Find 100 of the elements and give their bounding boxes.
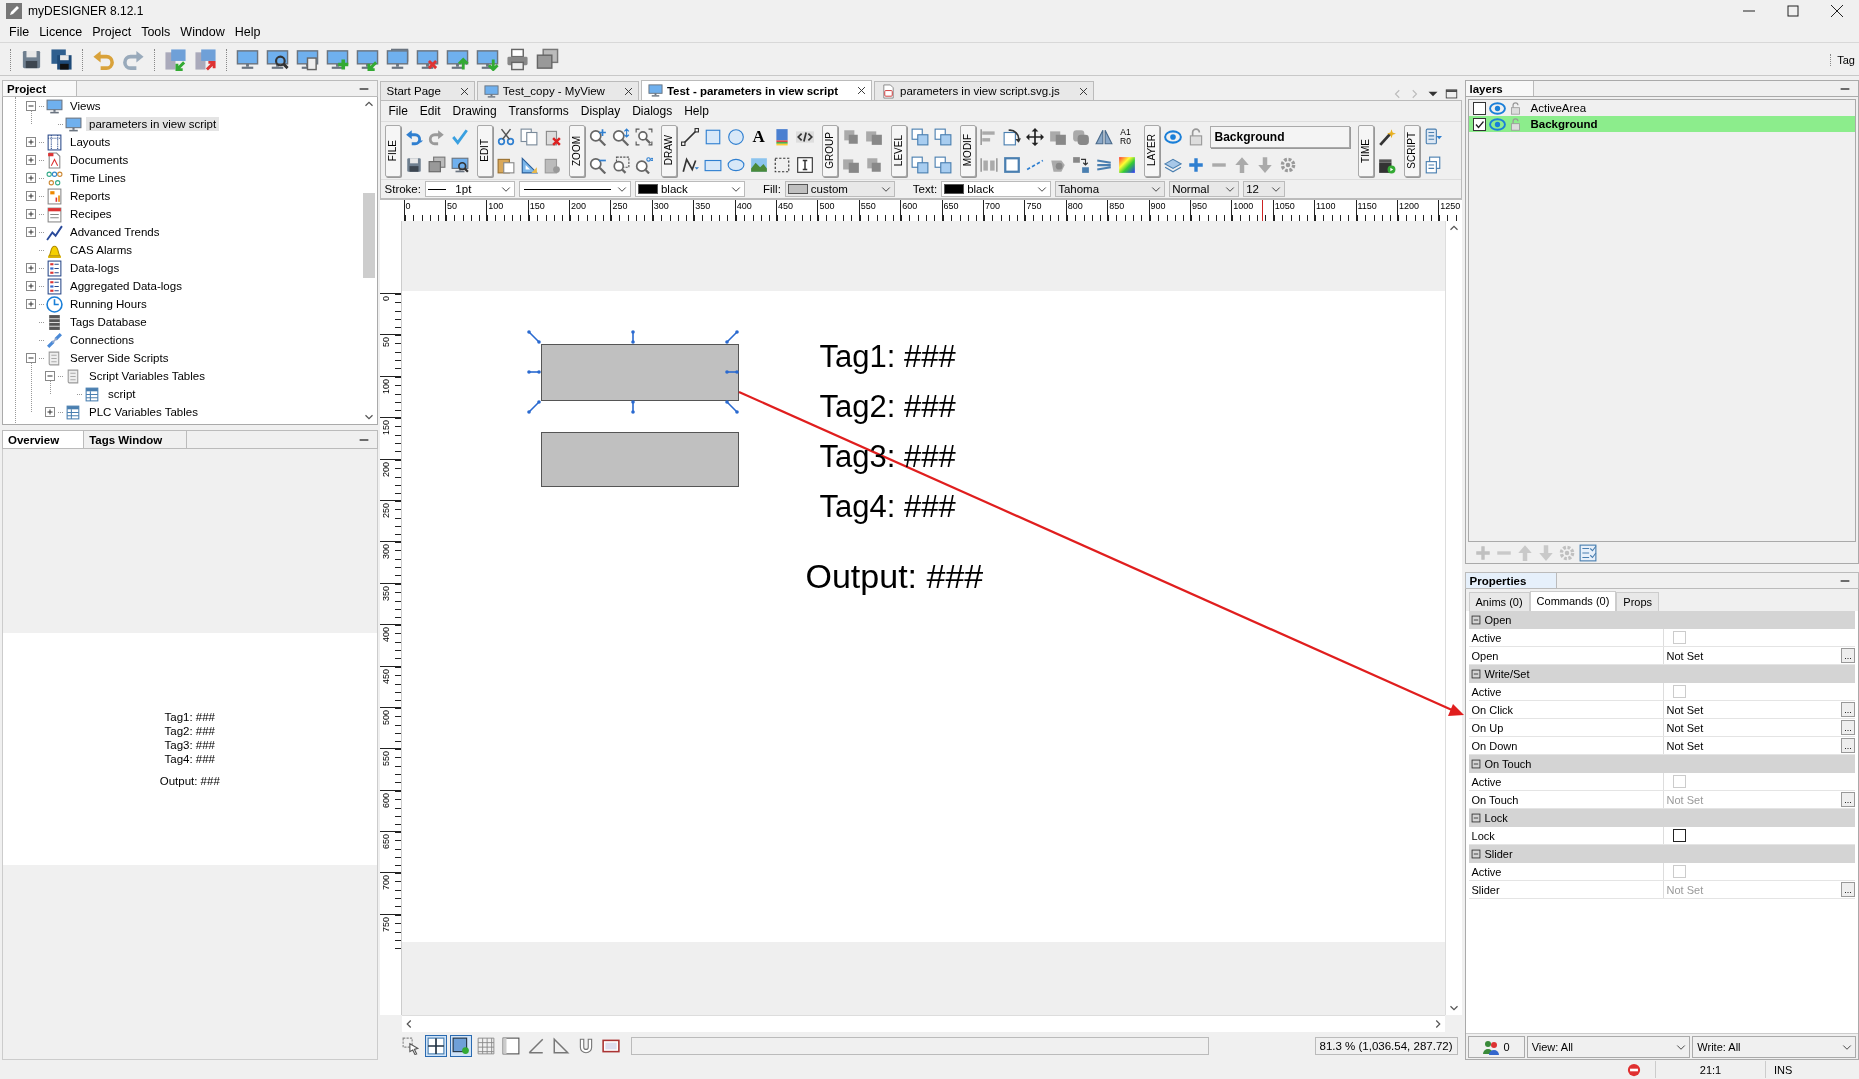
browse-button[interactable]: ... [1841,648,1855,663]
scrollbar-thumb[interactable] [363,193,375,278]
browse-button[interactable]: ... [1841,720,1855,735]
property-tab[interactable]: Props [1616,592,1660,611]
snap-grid-icon[interactable] [426,1037,445,1055]
menu-item[interactable]: Help [229,25,266,39]
undo-icon[interactable] [404,127,423,146]
text-box-icon[interactable] [795,155,814,174]
close-icon[interactable] [458,85,470,97]
menu-item[interactable]: Drawing [446,104,503,118]
zoom-height-icon[interactable] [611,127,630,146]
dropdown[interactable]: black [941,181,1052,197]
preview-page[interactable]: Tag1: ### Tag2: ### Tag3: ### Tag4: ### Output: ### [3,633,377,865]
check-icon[interactable] [450,127,469,146]
plus-icon[interactable] [1186,155,1205,174]
dropdown[interactable]: black [634,181,745,197]
collapse-icon[interactable] [1468,667,1483,681]
canvas-text[interactable]: Tag4: ### [819,491,956,522]
document-tab[interactable]: Start Page [379,81,475,100]
toolbar-group-tab[interactable]: EDIT [476,124,493,177]
eye-icon[interactable] [1163,127,1182,146]
menu-item[interactable]: Display [574,104,627,118]
collapse-icon[interactable] [23,98,39,114]
property-tab[interactable]: Commands (0) [1529,591,1617,611]
toolbar-group-tab[interactable]: DRAW [660,124,677,177]
magic-wand-icon[interactable] [1377,127,1396,146]
layer-name[interactable]: Background [1530,118,1598,130]
tree-item[interactable]: Views [67,99,104,113]
monitor-magnifier-icon[interactable] [450,155,469,174]
menu-item[interactable]: Transforms [502,104,575,118]
canvas-text[interactable]: Tag1: ### [819,341,956,372]
rotate-icon[interactable] [1002,127,1021,146]
expand-icon[interactable] [23,224,39,240]
undo-icon[interactable] [92,48,115,71]
menu-item[interactable]: Edit [413,104,447,118]
monitor-cross-icon[interactable] [416,48,439,71]
eye-icon[interactable] [1488,99,1506,117]
expand-icon[interactable] [23,188,39,204]
close-icon[interactable] [1829,3,1845,19]
rectangle-shape[interactable] [540,344,739,401]
text-tool[interactable]: A [749,126,768,147]
monitor-icon[interactable] [236,48,259,71]
dropdown[interactable]: 12 [1243,181,1286,197]
gradient-icon[interactable] [1117,155,1136,174]
tree-item[interactable]: PLC Variables Tables [86,405,201,419]
canvas-text[interactable]: Output: ### [805,559,984,593]
tree-item[interactable]: Running Hours [67,297,150,311]
image-icon[interactable] [749,155,768,174]
tree-item[interactable]: Data-logs [67,261,123,275]
document-tab[interactable]: Test - parameters in view script [640,80,872,100]
property-value[interactable]: Not Set [1666,703,1841,716]
overlapping-squares-icon[interactable] [910,127,929,146]
toolbar-label[interactable]: Tag [1830,53,1859,66]
move-icon[interactable] [1025,127,1044,146]
tree-item[interactable]: Server Side Scripts [67,351,172,365]
menu-item[interactable]: Licence [34,25,88,39]
monitor-up-icon[interactable] [446,48,469,71]
eye-icon[interactable] [1488,115,1506,133]
zoom-fit-icon[interactable] [634,127,653,146]
polyline-icon[interactable] [680,155,699,174]
toolbar-group-tab[interactable]: LAYER [1143,124,1160,177]
windows-icon[interactable] [427,155,446,174]
monitor-down-icon[interactable] [476,48,499,71]
toolbar-group-tab[interactable]: TIME [1357,124,1374,177]
tree-item[interactable]: Time Lines [67,171,129,185]
overlapping-squares-icon[interactable] [910,155,929,174]
property-value[interactable]: Not Set [1666,649,1841,662]
dashed-square-icon[interactable] [772,155,791,174]
toolbar-group-tab[interactable]: FILE [384,124,401,177]
close-icon[interactable] [1077,85,1089,97]
toolbar-group-tab[interactable]: MODIF [959,124,976,177]
menu-item[interactable]: Tools [136,25,176,39]
menu-item[interactable]: Dialogs [626,104,679,118]
stacked-squares-icon[interactable] [864,155,883,174]
copy-icon[interactable] [519,127,538,146]
tree-item[interactable]: Script Variables Tables [86,369,208,383]
expand-icon[interactable] [23,134,39,150]
checklist-icon[interactable] [1578,543,1597,562]
stacked-squares-icon[interactable] [841,127,860,146]
tree-item[interactable]: Connections [67,333,137,347]
toolbar-group-tab[interactable]: GROUP [821,124,838,177]
expand-icon[interactable] [23,278,39,294]
distribute-icon[interactable] [979,155,998,174]
monitor-plus-icon[interactable] [326,48,349,71]
swap-icon[interactable] [1071,155,1090,174]
tree-item[interactable]: script [105,387,139,401]
collapse-icon[interactable] [1468,757,1483,771]
expand-icon[interactable] [23,152,39,168]
windows-icon[interactable] [536,48,559,71]
tree-item[interactable]: Reports [67,189,114,203]
maximize-icon[interactable] [1444,87,1458,100]
circle-icon[interactable] [726,127,745,146]
close-icon[interactable] [856,85,867,96]
collapse-icon[interactable] [1468,811,1483,825]
zoom-in-icon[interactable] [588,127,607,146]
flip-icon[interactable] [1094,127,1113,146]
gear-icon[interactable] [1278,155,1297,174]
dropdown[interactable]: 1pt [424,181,515,197]
save-icon[interactable] [404,155,423,174]
tree-item[interactable]: parameters in view script [86,117,220,131]
